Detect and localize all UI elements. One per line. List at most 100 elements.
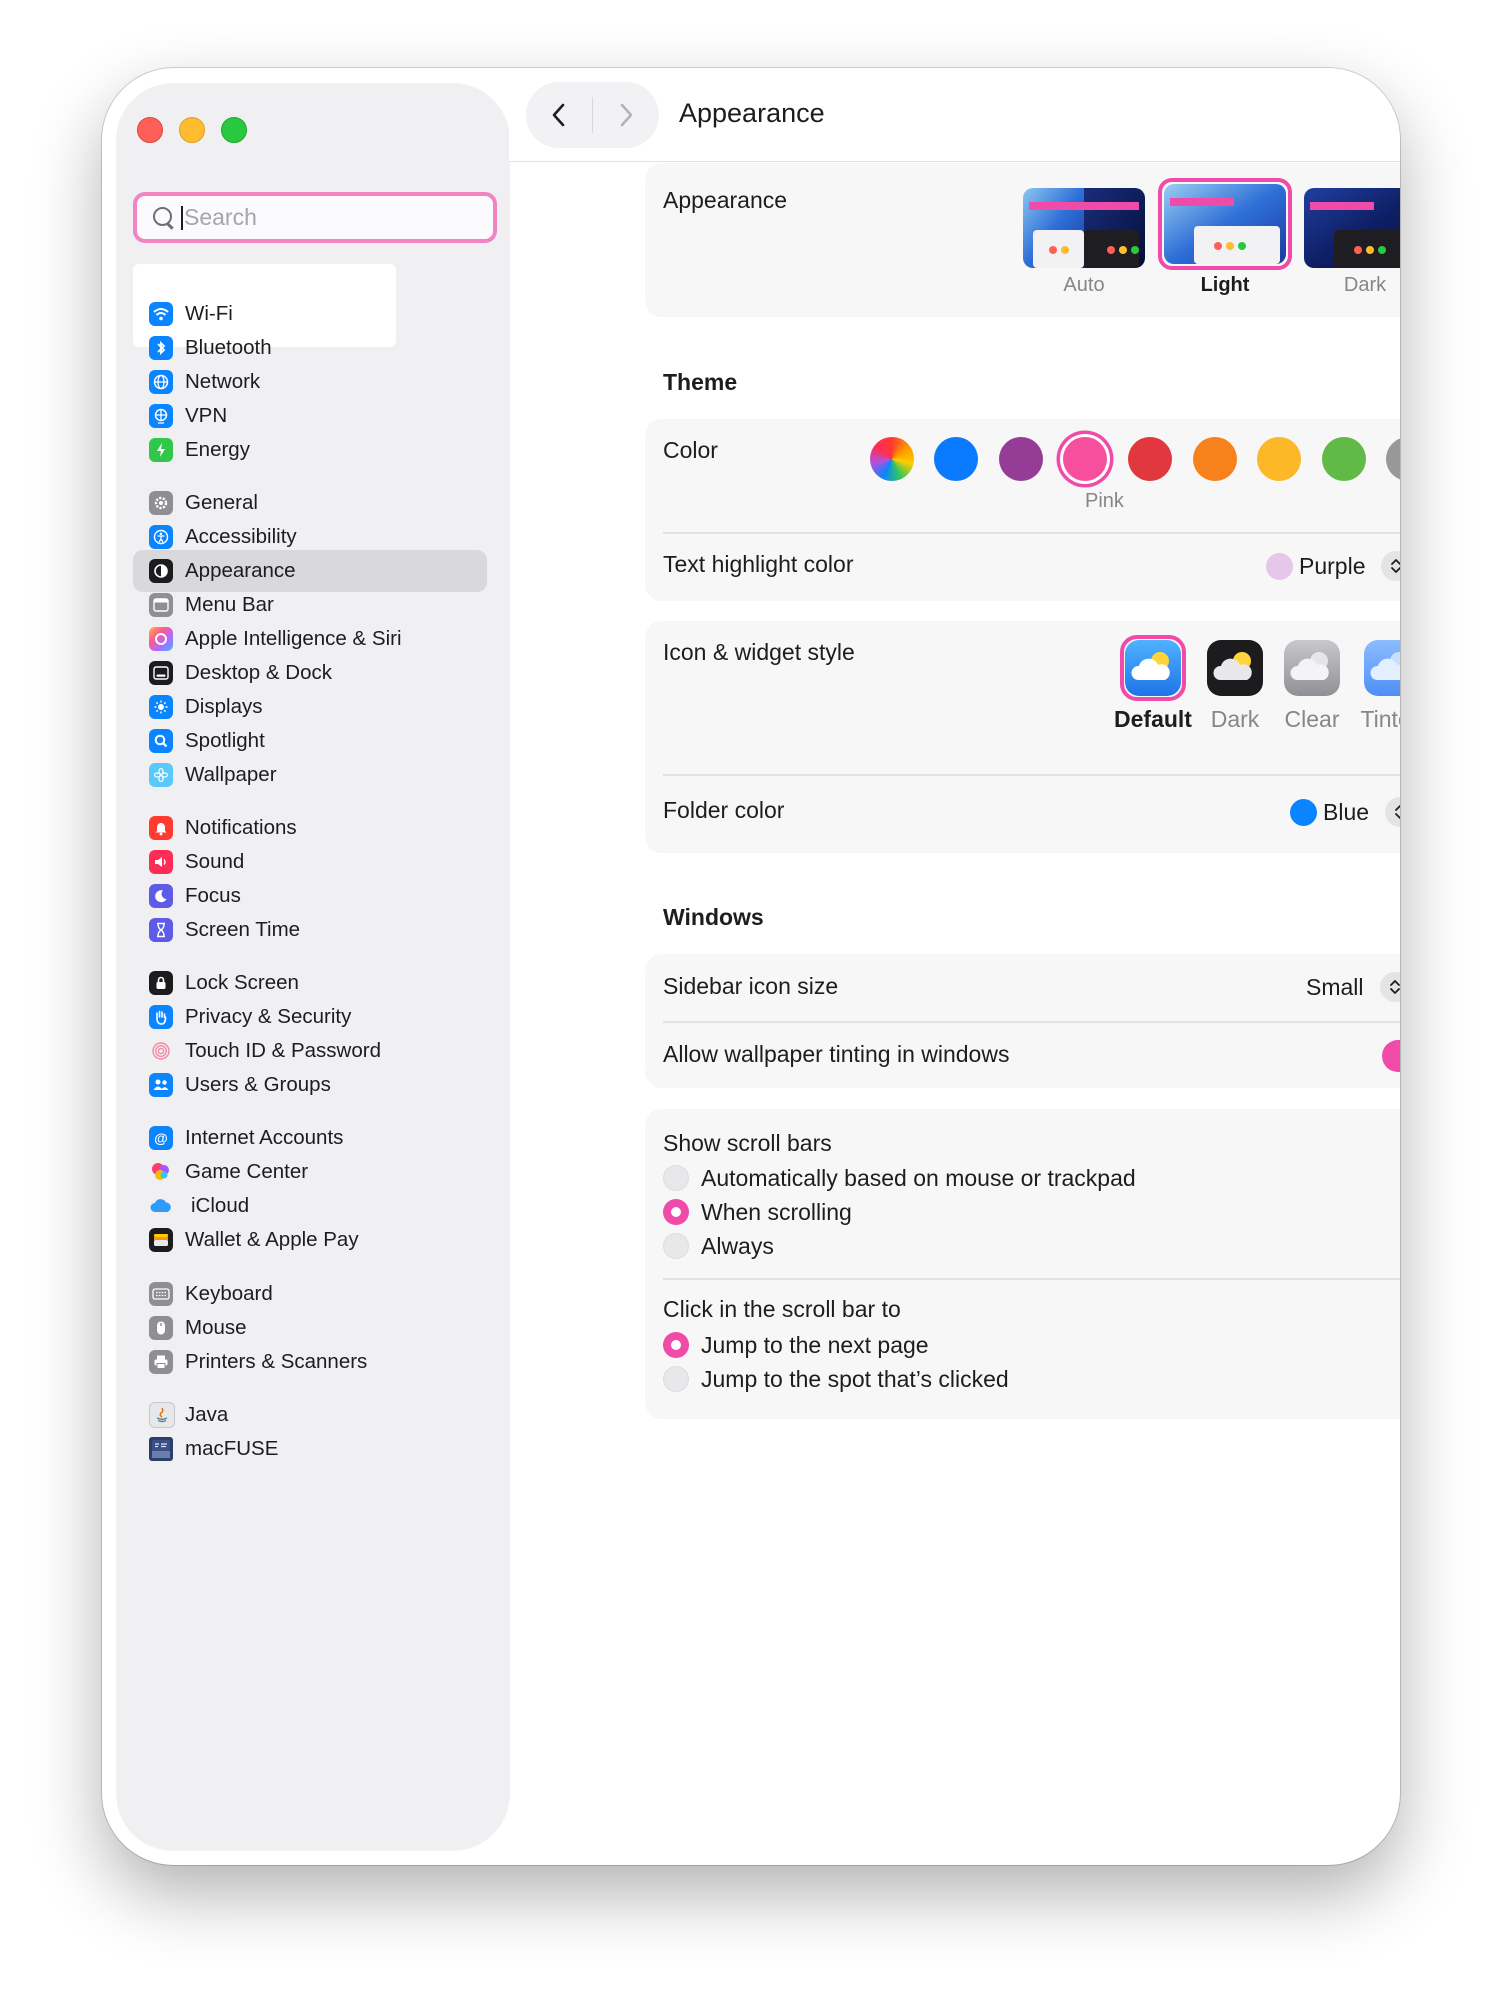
sidebar-item-macfuse[interactable]: macFUSE	[133, 1428, 487, 1470]
globe-icon	[149, 370, 173, 394]
keyboard-icon	[149, 1282, 173, 1306]
radio-label: When scrolling	[701, 1198, 852, 1225]
minimize-window-button[interactable]	[179, 117, 205, 143]
bell-icon	[149, 816, 173, 840]
icon-widget-style-label: Icon & widget style	[663, 639, 855, 665]
fingerprint-icon	[149, 1039, 173, 1063]
radio-option-when-scrolling[interactable]: When scrolling	[663, 1196, 852, 1228]
page-title: Appearance	[679, 98, 825, 128]
back-button[interactable]	[526, 82, 592, 148]
folder-color-value: Blue	[1323, 798, 1370, 825]
sun-icon	[149, 695, 173, 719]
speaker-icon	[149, 850, 173, 874]
icon-style-default-weather-icon[interactable]	[1125, 640, 1181, 696]
wifi-icon	[149, 302, 173, 326]
text-highlight-popup[interactable]: Purple	[1266, 546, 1400, 586]
forward-button[interactable]	[593, 82, 659, 148]
sidebar-icon-size-label: Sidebar icon size	[663, 973, 839, 999]
color-swatch-red[interactable]	[1128, 437, 1172, 481]
at-sign-icon: @	[149, 1126, 173, 1150]
text-highlight-label: Text highlight color	[663, 551, 854, 577]
icon-style-clear-weather-icon[interactable]	[1284, 640, 1340, 696]
color-swatch-green[interactable]	[1322, 437, 1366, 481]
divider	[663, 1021, 1400, 1023]
navigation-buttons	[526, 82, 659, 148]
radio-option-always[interactable]: Always	[663, 1230, 774, 1262]
icon-style-tinted-weather-icon[interactable]	[1364, 640, 1400, 696]
appearance-card: Appearance Auto Light Dark	[646, 164, 1400, 316]
close-window-button[interactable]	[137, 117, 163, 143]
text-caret	[181, 205, 183, 230]
highlight-color-dot	[1266, 552, 1293, 580]
sidebar-item-users-groups[interactable]: Users & Groups	[133, 1064, 487, 1106]
updown-stepper-icon	[1379, 972, 1400, 1002]
users-icon	[149, 1073, 173, 1097]
sidebar-item-label: Wallet & Apple Pay	[185, 1228, 359, 1251]
sidebar-item-label: macFUSE	[185, 1437, 279, 1460]
sidebar-item-wallpaper[interactable]: Wallpaper	[133, 754, 487, 796]
radio-button[interactable]	[663, 1366, 689, 1392]
sidebar-item-energy[interactable]: Energy	[133, 429, 487, 471]
appearance-icon	[149, 559, 173, 583]
icon-style-dark-weather-icon[interactable]	[1207, 640, 1263, 696]
accessibility-icon	[149, 525, 173, 549]
sidebar-item-printers-scanners[interactable]: Printers & Scanners	[133, 1341, 487, 1383]
cloud-icon	[149, 1194, 173, 1218]
color-swatch-orange[interactable]	[1193, 437, 1237, 481]
sidebar-item-label: Screen Time	[185, 918, 301, 941]
divider	[663, 1278, 1400, 1280]
magnifier-icon	[149, 729, 173, 753]
radio-button-selected[interactable]	[663, 1199, 689, 1225]
color-swatch-purple[interactable]	[999, 437, 1043, 481]
divider	[663, 774, 1400, 776]
sidebar-item-wallet-apple-pay[interactable]: Wallet & Apple Pay	[133, 1219, 487, 1261]
appearance-light-label: Light	[1200, 274, 1250, 296]
click-scroll-bar-title: Click in the scroll bar to	[663, 1296, 901, 1322]
appearance-light-thumbnail[interactable]	[1164, 184, 1286, 264]
sidebar-item-label: Energy	[185, 438, 250, 461]
sidebar-item-label: Privacy & Security	[185, 1005, 352, 1028]
sidebar-item-label: Game Center	[185, 1160, 309, 1183]
appearance-auto-thumbnail[interactable]	[1023, 188, 1145, 268]
color-swatch-yellow[interactable]	[1257, 437, 1301, 481]
sidebar-item-screen-time[interactable]: Screen Time	[133, 909, 487, 951]
zoom-window-button[interactable]	[221, 117, 247, 143]
selected-color-label: Pink	[1085, 490, 1124, 512]
sidebar-item-label: Lock Screen	[185, 971, 299, 994]
search-field[interactable]	[133, 192, 497, 243]
radio-button-selected[interactable]	[663, 1332, 689, 1358]
sidebar-item-label: Apple Intelligence & Siri	[185, 627, 402, 650]
color-swatch-pink[interactable]	[1063, 437, 1107, 481]
wallet-icon	[149, 1228, 173, 1252]
menu-bar-icon	[149, 593, 173, 617]
radio-option-spot-clicked[interactable]: Jump to the spot that’s clicked	[663, 1363, 1009, 1395]
search-input[interactable]	[184, 204, 474, 231]
color-swatch-multicolor[interactable]	[870, 437, 914, 481]
sidebar-item-label: Notifications	[185, 816, 297, 839]
flower-icon	[149, 763, 173, 787]
radio-button[interactable]	[663, 1233, 689, 1259]
color-swatch-graphite[interactable]	[1386, 437, 1400, 481]
appearance-dark-label: Dark	[1343, 274, 1387, 296]
sidebar-item-label: Internet Accounts	[185, 1126, 344, 1149]
hand-icon	[149, 1005, 173, 1029]
show-scroll-bars-title: Show scroll bars	[663, 1130, 832, 1156]
siri-icon	[149, 627, 173, 651]
radio-option-automatic[interactable]: Automatically based on mouse or trackpad	[663, 1162, 1136, 1194]
sidebar-item-label: Mouse	[185, 1316, 247, 1339]
sidebar-item-label: Network	[185, 370, 261, 393]
wallpaper-tinting-toggle[interactable]	[1382, 1040, 1400, 1072]
gear-icon	[149, 491, 173, 515]
search-icon	[151, 205, 177, 231]
java-icon	[149, 1402, 175, 1428]
folder-color-popup[interactable]: Blue	[1290, 792, 1400, 832]
sidebar-item-label: Accessibility	[185, 525, 297, 548]
appearance-dark-thumbnail[interactable]	[1304, 188, 1400, 268]
color-swatch-blue[interactable]	[934, 437, 978, 481]
sidebar-item-label: Wi-Fi	[185, 302, 233, 325]
radio-option-next-page[interactable]: Jump to the next page	[663, 1329, 929, 1361]
windows-section-title: Windows	[663, 904, 764, 930]
vpn-globe-icon	[149, 404, 173, 428]
radio-button[interactable]	[663, 1165, 689, 1191]
sidebar-icon-size-popup[interactable]: Small	[1306, 967, 1400, 1007]
